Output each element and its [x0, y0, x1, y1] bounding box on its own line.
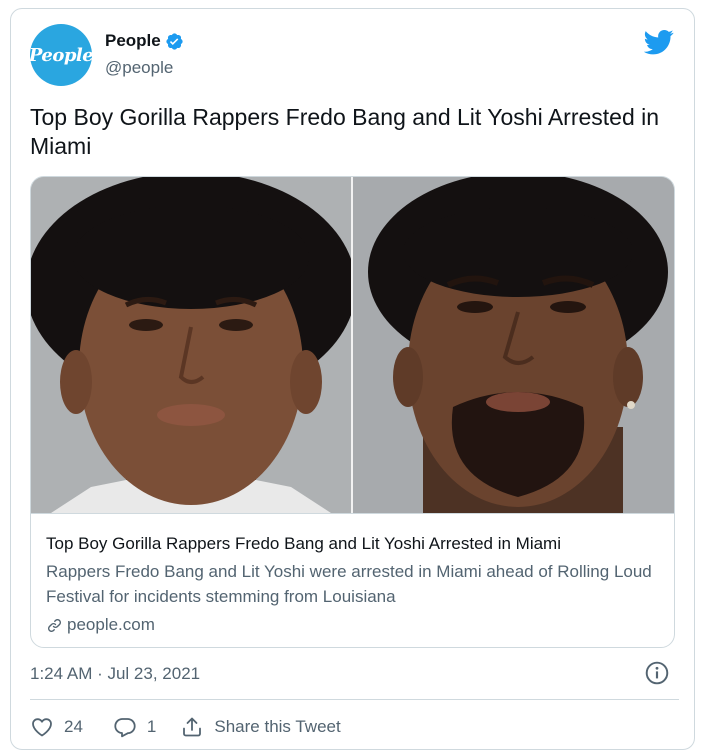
link-preview-card[interactable]: Top Boy Gorilla Rappers Fredo Bang and L… [30, 176, 675, 648]
reply-count: 1 [146, 717, 157, 736]
display-name[interactable]: People [105, 31, 161, 51]
author-name-row[interactable]: People [105, 31, 184, 51]
like-button[interactable]: 24 [30, 715, 83, 739]
media-divider [351, 177, 353, 513]
card-domain[interactable]: people.com [46, 615, 155, 635]
card-body[interactable]: Top Boy Gorilla Rappers Fredo Bang and L… [31, 513, 674, 647]
avatar-logo-text: People [28, 44, 94, 66]
card-title[interactable]: Top Boy Gorilla Rappers Fredo Bang and L… [46, 534, 561, 554]
twitter-bird-icon[interactable] [644, 27, 674, 57]
card-description: Rappers Fredo Bang and Lit Yoshi were ar… [46, 562, 652, 606]
share-label: Share this Tweet [214, 717, 341, 736]
reply-icon [114, 718, 136, 738]
reply-button[interactable]: 1 [113, 715, 156, 739]
tweet-timestamp[interactable]: 1:24 AM · Jul 23, 2021 [30, 664, 200, 684]
like-count: 24 [64, 717, 83, 736]
share-icon [183, 717, 202, 737]
tweet-embed: People People @people Top Boy Gorilla Ra… [10, 8, 695, 750]
avatar[interactable]: People [28, 24, 94, 86]
handle[interactable]: @people [105, 58, 173, 78]
divider [30, 699, 679, 700]
tweet-actions: 24 1 Share this Tweet [30, 712, 341, 742]
card-media[interactable] [31, 177, 674, 513]
link-icon [48, 618, 61, 632]
card-photo-left [31, 177, 351, 513]
heart-icon [32, 718, 52, 737]
card-domain-text[interactable]: people.com [67, 615, 155, 635]
info-icon[interactable] [644, 660, 670, 686]
tweet-text: Top Boy Gorilla Rappers Fredo Bang and L… [30, 104, 660, 159]
share-button[interactable]: Share this Tweet [180, 715, 341, 739]
card-photo-right [353, 177, 674, 513]
verified-badge-icon [166, 32, 183, 50]
